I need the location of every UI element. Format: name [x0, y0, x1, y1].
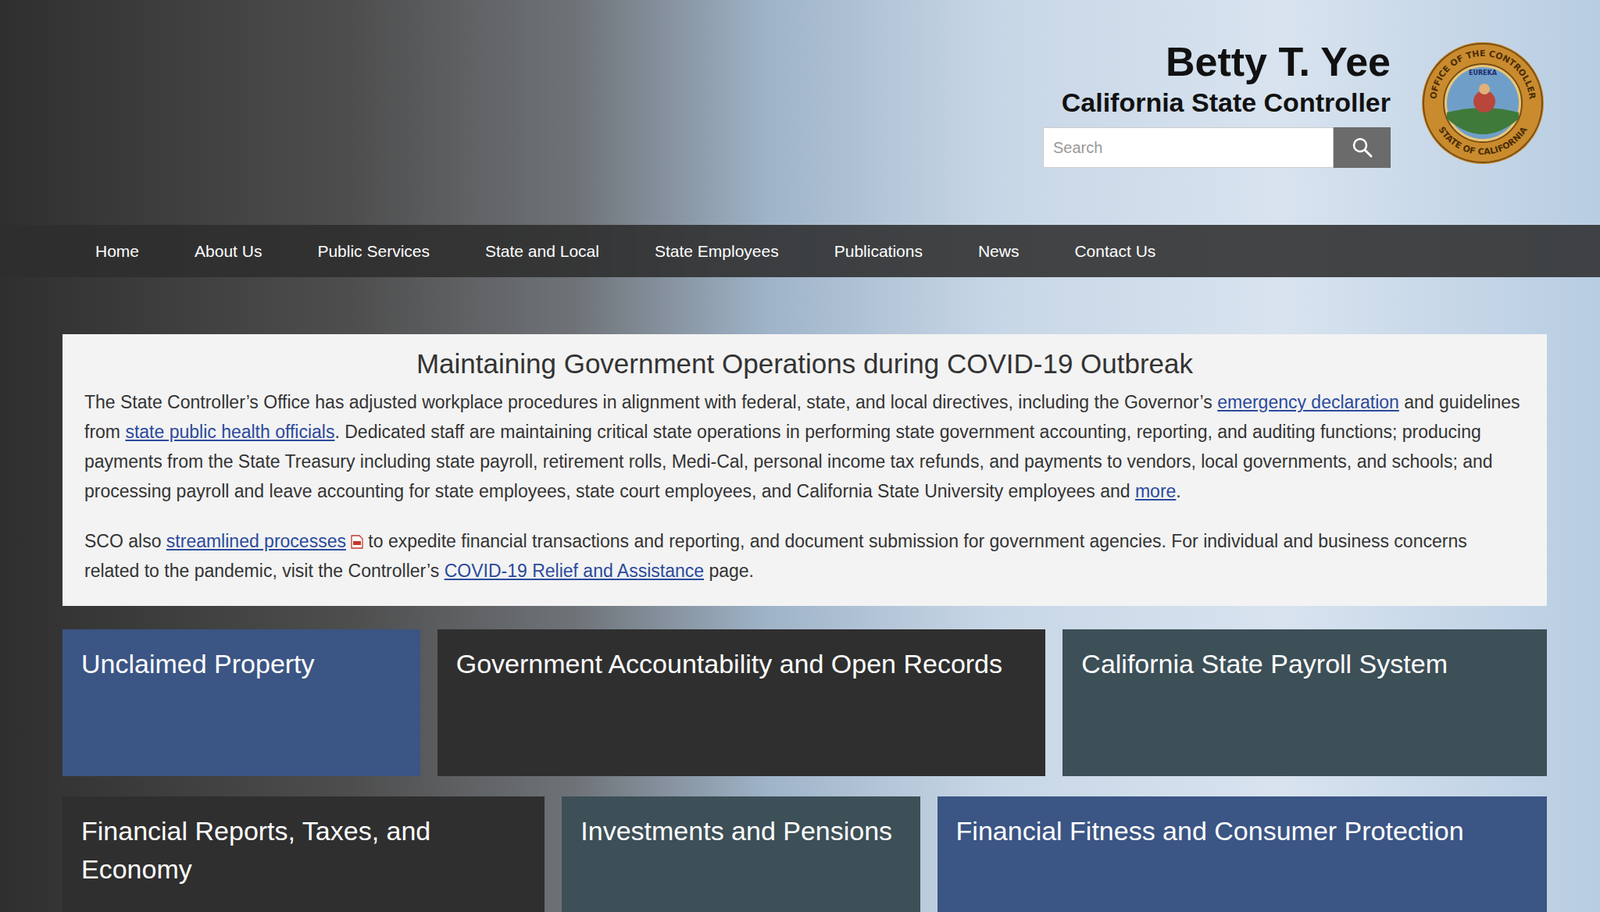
- svg-text:EUREKA: EUREKA: [1468, 69, 1498, 77]
- nav-item[interactable]: Public Services: [317, 242, 430, 261]
- controller-name: Betty T. Yee: [1165, 40, 1391, 84]
- pdf-icon: [350, 535, 364, 550]
- notice-paragraph: SCO also streamlined processes to expedi…: [84, 526, 1525, 586]
- notice-link[interactable]: streamlined processes: [166, 531, 347, 552]
- nav-item[interactable]: News: [978, 242, 1020, 261]
- office-title: California State Controller: [1061, 86, 1391, 119]
- nav-item[interactable]: Publications: [834, 242, 923, 261]
- service-tile[interactable]: Unclaimed Property: [62, 629, 421, 777]
- notice-paragraph: The State Controller’s Office has adjust…: [84, 387, 1525, 507]
- service-tile[interactable]: Financial Reports, Taxes, and Economy: [62, 796, 545, 912]
- nav-item[interactable]: About Us: [194, 242, 262, 261]
- seal-icon[interactable]: OFFICE OF THE CONTROLLER STATE OF CALIFOR…: [1420, 40, 1546, 166]
- service-tile[interactable]: Investments and Pensions: [561, 796, 920, 912]
- covid-notice: Maintaining Government Operations during…: [62, 334, 1547, 607]
- notice-title: Maintaining Government Operations during…: [84, 348, 1525, 380]
- header: Betty T. Yee California State Controller…: [0, 0, 1600, 225]
- notice-link[interactable]: state public health officials: [125, 421, 335, 443]
- notice-link[interactable]: COVID-19 Relief and Assistance: [444, 560, 704, 582]
- svg-text:STATE OF CALIFORNIA: STATE OF CALIFORNIA: [1436, 125, 1530, 158]
- service-tile[interactable]: Financial Fitness and Consumer Protectio…: [937, 796, 1547, 912]
- notice-link[interactable]: more: [1135, 481, 1176, 502]
- magnifier-icon: [1351, 136, 1374, 159]
- tile-row: Financial Reports, Taxes, and EconomyInv…: [62, 796, 1547, 912]
- nav-item[interactable]: Home: [95, 242, 140, 261]
- tile-row: Unclaimed PropertyGovernment Accountabil…: [62, 629, 1547, 777]
- page: Betty T. Yee California State Controller…: [0, 0, 1600, 912]
- search-input[interactable]: [1042, 127, 1334, 168]
- tile-grid: Unclaimed PropertyGovernment Accountabil…: [62, 629, 1547, 912]
- nav-item[interactable]: State Employees: [654, 242, 779, 261]
- svg-text:OFFICE OF THE CONTROLLER: OFFICE OF THE CONTROLLER: [1428, 48, 1538, 100]
- main-nav: Home About Us Public Services State and Loc…: [0, 225, 1600, 278]
- service-tile[interactable]: California State Payroll System: [1062, 629, 1547, 777]
- nav-item[interactable]: Contact Us: [1074, 242, 1156, 261]
- search-bar: [1042, 127, 1391, 168]
- search-button[interactable]: [1333, 127, 1391, 168]
- notice-link[interactable]: emergency declaration: [1217, 392, 1400, 413]
- brand: Betty T. Yee California State Controller: [1042, 40, 1391, 168]
- nav-item[interactable]: State and Local: [485, 242, 600, 261]
- service-tile[interactable]: Government Accountability and Open Recor…: [437, 629, 1047, 777]
